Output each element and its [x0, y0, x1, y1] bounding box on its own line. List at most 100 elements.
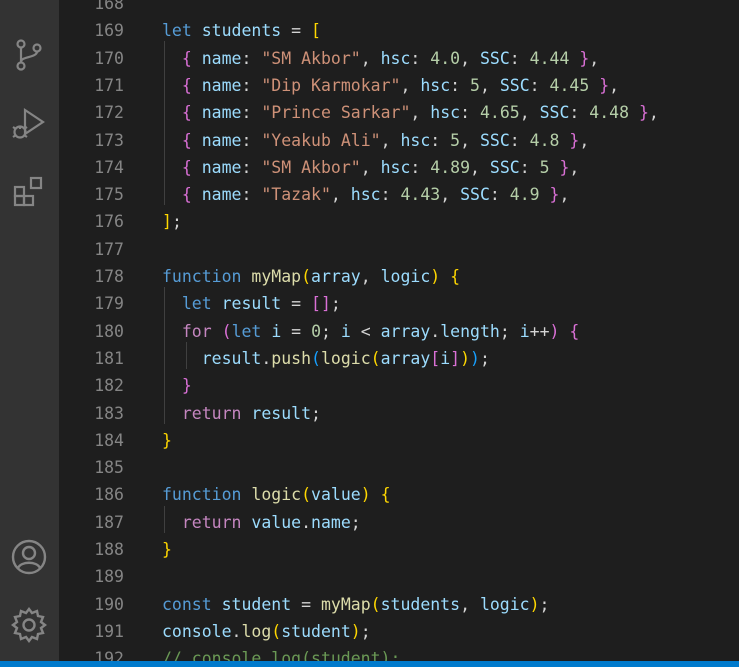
code-token: // console.log(student);	[162, 649, 401, 661]
code-token: =	[281, 21, 312, 41]
code-line[interactable]: 191 console.log(student);	[59, 618, 739, 645]
code-token: name	[201, 130, 242, 150]
code-token: name	[201, 75, 242, 95]
code-token: hsc	[380, 157, 411, 177]
code-text: function myMap(array, logic) {	[162, 263, 460, 290]
code-token: 4.0	[430, 48, 461, 68]
code-token: students	[201, 21, 282, 41]
code-token: result	[201, 348, 262, 368]
code-line[interactable]: 176];	[59, 208, 739, 235]
code-token: hsc	[420, 75, 451, 95]
line-number: 173	[94, 130, 124, 150]
code-token: ;	[360, 621, 371, 641]
code-token: :	[430, 130, 451, 150]
code-line[interactable]: 173 { name: "Yeakub Ali", hsc: 5, SSC: 4…	[59, 127, 739, 154]
code-token: array	[311, 267, 361, 286]
line-number: 192	[94, 649, 124, 661]
code-line[interactable]: 168	[59, 0, 739, 17]
code-token: )	[360, 485, 371, 505]
code-token: value	[311, 485, 361, 505]
code-token: name	[201, 48, 242, 68]
code-token: result	[251, 403, 312, 423]
code-token: :	[410, 48, 431, 68]
code-token: console	[162, 621, 232, 641]
code-line[interactable]: 192 // console.log(student);	[59, 645, 739, 661]
indent-guide	[164, 506, 165, 533]
run-debug-icon[interactable]	[6, 100, 52, 146]
code-line[interactable]: 184}	[59, 427, 739, 454]
code-line[interactable]: 174 { name: "SM Akbor", hsc: 4.89, SSC: …	[59, 154, 739, 181]
code-token: }	[599, 75, 610, 95]
code-token: =	[291, 594, 321, 614]
code-token: ,	[440, 185, 461, 205]
code-token: :	[450, 75, 471, 95]
code-token: )	[460, 348, 471, 368]
line-number: 188	[94, 540, 124, 559]
code-token: SSC	[479, 48, 510, 68]
settings-gear-icon[interactable]	[6, 602, 52, 648]
code-line[interactable]: 169 let students = [	[59, 17, 739, 44]
code-line[interactable]: 172 { name: "Prince Sarkar", hsc: 4.65, …	[59, 99, 739, 126]
code-token: student	[221, 594, 292, 614]
code-line[interactable]: 188}	[59, 536, 739, 563]
code-token: hsc	[400, 130, 431, 150]
account-icon[interactable]	[6, 534, 52, 580]
extensions-icon[interactable]	[6, 170, 52, 216]
code-token: (	[370, 594, 381, 614]
code-text: { name: "SM Akbor", hsc: 4.0, SSC: 4.44 …	[162, 45, 599, 72]
code-line[interactable]: 183 return result;	[59, 400, 739, 427]
code-line[interactable]: 177	[59, 236, 739, 263]
code-token: ,	[410, 103, 431, 123]
code-token: :	[519, 157, 540, 177]
code-line[interactable]: 186 function logic(value) {	[59, 481, 739, 508]
code-token: )	[430, 267, 441, 286]
code-line[interactable]: 189	[59, 563, 739, 590]
code-token: {	[181, 75, 192, 95]
indent-guide	[186, 342, 187, 369]
code-token: myMap	[251, 267, 302, 286]
code-line[interactable]: 181 result.push(logic(array[i]));	[59, 345, 739, 372]
code-line[interactable]: 170 { name: "SM Akbor", hsc: 4.0, SSC: 4…	[59, 45, 739, 72]
code-token: ,	[380, 130, 401, 150]
code-text: return result;	[162, 400, 321, 427]
code-line[interactable]: 182 }	[59, 372, 739, 399]
code-token: ,	[470, 157, 490, 177]
code-editor[interactable]: 168 169 let students = [170 { name: "SM Ak…	[59, 0, 739, 661]
source-control-icon[interactable]	[6, 32, 52, 78]
code-text: return value.name;	[162, 509, 361, 536]
code-token: i	[340, 321, 351, 341]
code-line[interactable]: 175 { name: "Tazak", hsc: 4.43, SSC: 4.9…	[59, 181, 739, 208]
code-line[interactable]: 180 for (let i = 0; i < array.length; i+…	[59, 318, 739, 345]
code-text: { name: "SM Akbor", hsc: 4.89, SSC: 5 },	[162, 154, 579, 181]
code-token: )	[470, 348, 480, 368]
line-number: 172	[94, 103, 124, 123]
code-token: "Prince Sarkar"	[261, 103, 411, 123]
code-text: const student = myMap(students, logic);	[162, 591, 549, 618]
code-line[interactable]: 179 let result = [];	[59, 290, 739, 317]
code-token: name	[201, 185, 242, 205]
code-token: .	[261, 348, 272, 368]
code-line[interactable]: 171 { name: "Dip Karmokar", hsc: 5, SSC:…	[59, 72, 739, 99]
code-token: (	[370, 348, 381, 368]
code-text: console.log(student);	[162, 618, 371, 645]
code-token: :	[241, 75, 262, 95]
line-number: 177	[94, 239, 124, 259]
code-token: ,	[360, 48, 381, 68]
code-token: ;	[171, 212, 182, 232]
code-line[interactable]: 187 return value.name;	[59, 509, 739, 536]
code-token: ,	[579, 130, 590, 150]
code-token: array	[380, 321, 431, 341]
code-line[interactable]: 190 const student = myMap(students, logic…	[59, 591, 739, 618]
code-token: 4.43	[400, 185, 441, 205]
code-line[interactable]: 185	[59, 454, 739, 481]
line-number: 184	[94, 430, 124, 450]
code-line[interactable]: 178 function myMap(array, logic) {	[59, 263, 739, 290]
